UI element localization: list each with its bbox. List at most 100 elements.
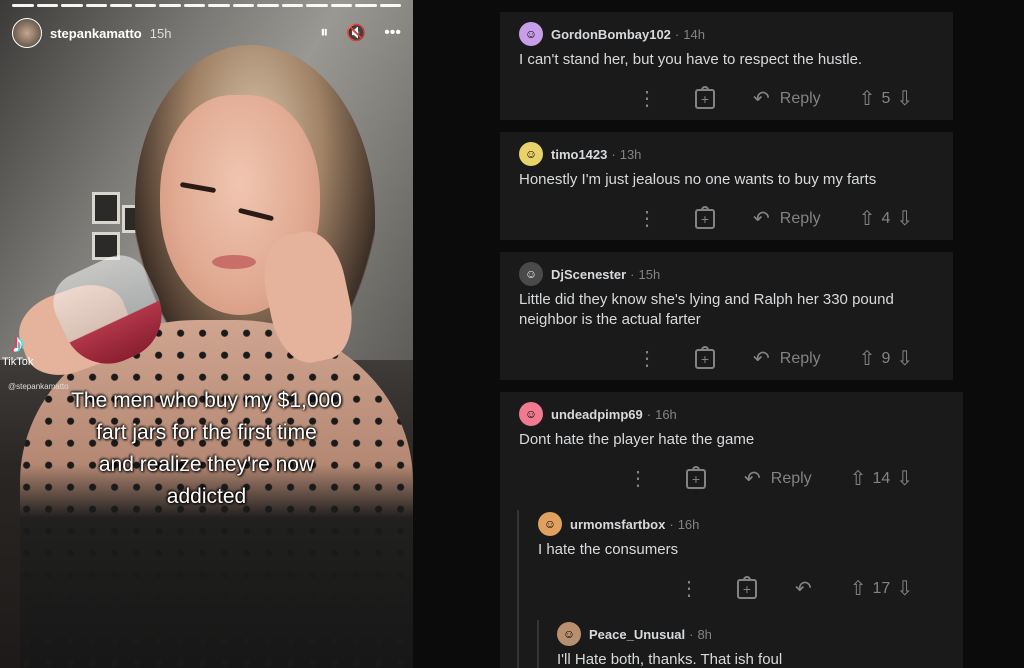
vote-control: ⇧ 17 ⇩ xyxy=(850,579,913,599)
thread-line[interactable] xyxy=(537,620,539,668)
downvote-icon[interactable]: ⇩ xyxy=(896,89,913,109)
separator: · xyxy=(669,516,674,532)
comment-username[interactable]: DjScenester xyxy=(551,267,626,282)
user-avatar-icon[interactable]: ☺ xyxy=(519,262,543,286)
reply-icon: ↶ xyxy=(795,578,812,600)
reply-button[interactable]: ↶ Reply xyxy=(753,86,821,111)
story-lips xyxy=(212,255,256,269)
reply-button[interactable]: ↶ Reply xyxy=(753,346,821,371)
comment-body: I hate the consumers xyxy=(538,541,679,558)
downvote-icon[interactable]: ⇩ xyxy=(896,209,913,229)
tiktok-watermark: ♪ TikTok xyxy=(2,330,33,368)
vote-count: 14 xyxy=(872,469,891,487)
downvote-icon[interactable]: ⇩ xyxy=(896,469,913,489)
reply-icon: ↶ xyxy=(753,348,770,370)
comment-time[interactable]: 16h xyxy=(655,407,677,422)
award-icon[interactable]: + xyxy=(695,345,715,369)
reply-icon: ↶ xyxy=(744,468,761,490)
vote-control: ⇧ 5 ⇩ xyxy=(859,89,913,109)
separator: · xyxy=(689,626,694,642)
story-header: stepankamatto 15h ⏸ 🔇 ••• xyxy=(12,18,401,48)
caption-line: fart jars for the first time xyxy=(96,421,317,444)
more-options-icon[interactable]: ⋮ xyxy=(637,346,657,371)
more-options-icon[interactable]: ⋮ xyxy=(679,576,699,601)
story-username[interactable]: stepankamatto xyxy=(50,26,142,41)
reply-label: Reply xyxy=(770,469,812,487)
user-avatar-icon[interactable]: ☺ xyxy=(519,402,543,426)
reply-label: Reply xyxy=(779,89,821,107)
vote-count: 17 xyxy=(872,579,891,597)
separator: · xyxy=(611,146,616,162)
upvote-icon[interactable]: ⇧ xyxy=(850,469,867,489)
comment-time[interactable]: 8h xyxy=(697,627,711,642)
award-icon[interactable]: + xyxy=(737,575,757,599)
award-icon[interactable]: + xyxy=(686,465,706,489)
comment-username[interactable]: urmomsfartbox xyxy=(570,517,665,532)
story-time: 15h xyxy=(149,25,172,41)
award-icon[interactable]: + xyxy=(695,85,715,109)
comment-actions: ⋮ + ↶ Reply ⇧ 4 ⇩ xyxy=(637,205,913,231)
mute-icon[interactable]: 🔇 xyxy=(346,23,366,43)
upvote-icon[interactable]: ⇧ xyxy=(859,349,876,369)
downvote-icon[interactable]: ⇩ xyxy=(896,349,913,369)
more-icon[interactable]: ••• xyxy=(384,24,401,42)
reply-icon: ↶ xyxy=(753,88,770,110)
story-caption: The men who buy my $1,000 fart jars for … xyxy=(0,385,413,513)
caption-line: The men who buy my $1,000 xyxy=(71,389,342,412)
comment-header: ☺ undeadpimp69 · 16h xyxy=(519,402,677,426)
comment-header: ☺ Peace_Unusual · 8h xyxy=(557,622,712,646)
pause-icon[interactable]: ⏸ xyxy=(320,24,328,42)
user-avatar-icon[interactable]: ☺ xyxy=(557,622,581,646)
reply-button[interactable]: ↶ xyxy=(795,576,812,601)
story-avatar[interactable] xyxy=(12,18,42,48)
comment-header: ☺ DjScenester · 15h xyxy=(519,262,660,286)
comment-header: ☺ urmomsfartbox · 16h xyxy=(538,512,699,536)
award-icon[interactable]: + xyxy=(695,205,715,229)
tiktok-logo-icon: ♪ xyxy=(11,328,25,358)
comment-actions: ⋮ + ↶ Reply ⇧ 14 ⇩ xyxy=(628,465,913,491)
vote-count: 9 xyxy=(881,349,891,367)
comment-time[interactable]: 15h xyxy=(639,267,661,282)
comment-header: ☺ GordonBombay102 · 14h xyxy=(519,22,705,46)
comment-body: I can't stand her, but you have to respe… xyxy=(519,51,863,68)
reply-button[interactable]: ↶ Reply xyxy=(744,466,812,491)
vote-count: 4 xyxy=(881,209,891,227)
comment-time[interactable]: 14h xyxy=(683,27,705,42)
comment-username[interactable]: undeadpimp69 xyxy=(551,407,643,422)
comment-username[interactable]: GordonBombay102 xyxy=(551,27,671,42)
user-avatar-icon[interactable]: ☺ xyxy=(519,142,543,166)
comment-header: ☺ timo1423 · 13h xyxy=(519,142,641,166)
comment-time[interactable]: 16h xyxy=(678,517,700,532)
reply-icon: ↶ xyxy=(753,208,770,230)
comment-actions: ⋮ + ↶ Reply ⇧ 9 ⇩ xyxy=(637,345,913,371)
vote-control: ⇧ 4 ⇩ xyxy=(859,209,913,229)
separator: · xyxy=(630,266,635,282)
more-options-icon[interactable]: ⋮ xyxy=(628,466,648,491)
reply-button[interactable]: ↶ Reply xyxy=(753,206,821,231)
upvote-icon[interactable]: ⇧ xyxy=(859,89,876,109)
downvote-icon[interactable]: ⇩ xyxy=(896,579,913,599)
story-panel: stepankamatto 15h ⏸ 🔇 ••• ♪ TikTok @step… xyxy=(0,0,413,668)
user-avatar-icon[interactable]: ☺ xyxy=(519,22,543,46)
thread-line[interactable] xyxy=(517,510,519,668)
comment-actions: ⋮ + ↶ Reply ⇧ 5 ⇩ xyxy=(637,85,913,111)
story-controls: ⏸ 🔇 ••• xyxy=(320,23,401,43)
comment-body: Honestly I'm just jealous no one wants t… xyxy=(519,171,877,188)
vote-control: ⇧ 14 ⇩ xyxy=(850,469,913,489)
vote-count: 5 xyxy=(881,89,891,107)
more-options-icon[interactable]: ⋮ xyxy=(637,86,657,111)
user-avatar-icon[interactable]: ☺ xyxy=(538,512,562,536)
tiktok-label: TikTok xyxy=(2,356,34,368)
comment-body: I'll Hate both, thanks. That ish foul xyxy=(557,651,783,668)
comment-time[interactable]: 13h xyxy=(620,147,642,162)
comment-actions: ⋮ + ↶ ⇧ 17 ⇩ xyxy=(679,575,913,601)
comment-body: Dont hate the player hate the game xyxy=(519,431,755,448)
upvote-icon[interactable]: ⇧ xyxy=(850,579,867,599)
wall-frame xyxy=(92,192,120,224)
upvote-icon[interactable]: ⇧ xyxy=(859,209,876,229)
caption-line: and realize they're now xyxy=(98,453,315,476)
comment-username[interactable]: timo1423 xyxy=(551,147,607,162)
story-progress-bar xyxy=(12,4,401,7)
more-options-icon[interactable]: ⋮ xyxy=(637,206,657,231)
comment-username[interactable]: Peace_Unusual xyxy=(589,627,685,642)
